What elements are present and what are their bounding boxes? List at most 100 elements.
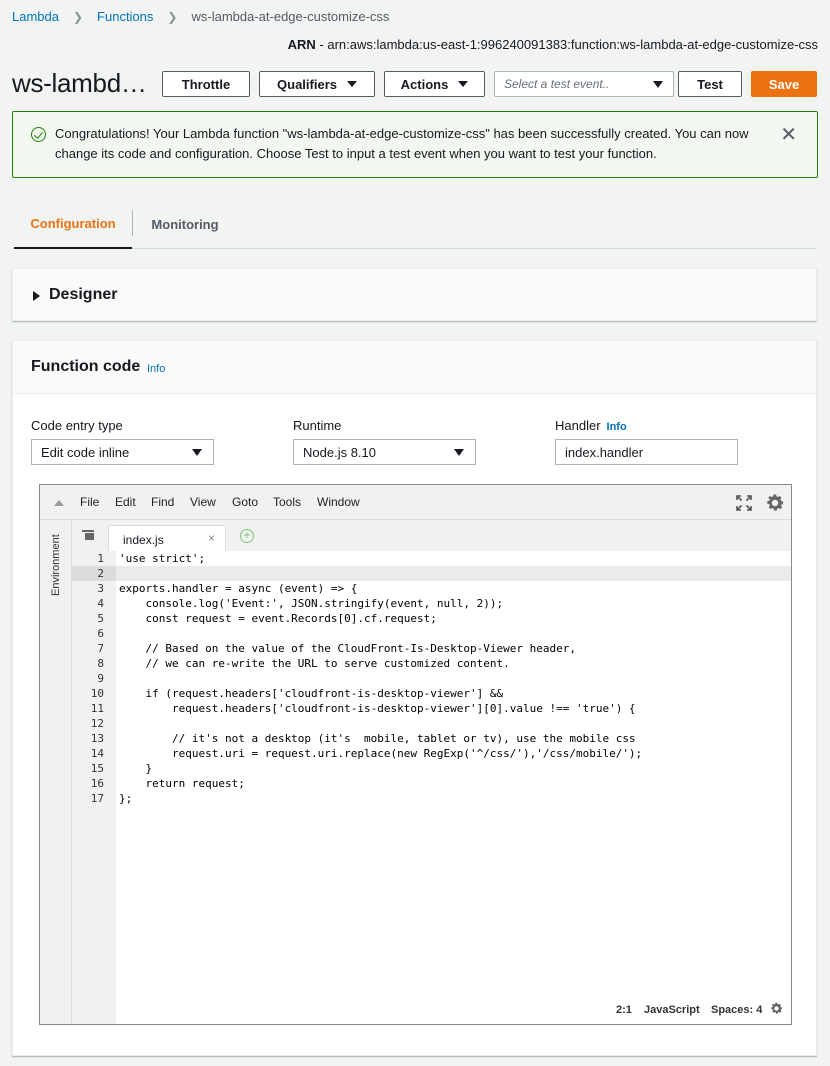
qualifiers-button[interactable]: Qualifiers bbox=[259, 71, 375, 97]
function-code-title: Function code bbox=[31, 358, 141, 375]
code-line[interactable]: 8 // we can re-write the URL to serve cu… bbox=[72, 656, 791, 671]
breadcrumb: Lambda ❯ Functions ❯ ws-lambda-at-edge-c… bbox=[12, 9, 389, 24]
gear-icon[interactable] bbox=[764, 492, 786, 514]
menu-goto[interactable]: Goto bbox=[232, 495, 258, 509]
line-text: console.log('Event:', JSON.stringify(eve… bbox=[119, 597, 504, 610]
close-icon[interactable]: × bbox=[208, 531, 215, 545]
line-number: 14 bbox=[90, 747, 104, 760]
designer-panel[interactable]: Designer bbox=[12, 268, 817, 321]
line-text: }; bbox=[119, 792, 133, 805]
code-entry-value: Edit code inline bbox=[41, 444, 130, 460]
code-line[interactable]: 1 'use strict'; bbox=[72, 551, 791, 566]
code-line[interactable]: 11 request.headers['cloudfront-is-deskto… bbox=[72, 701, 791, 716]
code-line[interactable]: 14 request.uri = request.uri.replace(new… bbox=[72, 746, 791, 761]
handler-info-link[interactable]: Info bbox=[607, 421, 627, 433]
indent-spaces[interactable]: Spaces: 4 bbox=[711, 1004, 762, 1016]
line-text: const request = event.Records[0].cf.requ… bbox=[119, 612, 437, 625]
qualifiers-label: Qualifiers bbox=[277, 76, 337, 92]
actions-label: Actions bbox=[400, 76, 449, 92]
line-number: 7 bbox=[97, 642, 104, 655]
line-text: } bbox=[119, 762, 153, 775]
menu-view[interactable]: View bbox=[190, 495, 216, 509]
tab-monitoring[interactable]: Monitoring bbox=[133, 200, 237, 249]
test-label: Test bbox=[697, 76, 723, 92]
save-label: Save bbox=[768, 76, 800, 92]
line-number: 9 bbox=[97, 672, 104, 685]
code-entry-select[interactable]: Edit code inline bbox=[31, 439, 214, 465]
plus-circle-icon[interactable]: + bbox=[240, 529, 254, 543]
code-editor: File Edit Find View Goto Tools Window En… bbox=[39, 484, 792, 1025]
line-number: 2 bbox=[72, 566, 116, 581]
runtime-label: Runtime bbox=[293, 418, 342, 433]
throttle-label: Throttle bbox=[181, 76, 231, 92]
code-line[interactable]: 4 console.log('Event:', JSON.stringify(e… bbox=[72, 596, 791, 611]
tab-bar: Configuration Monitoring bbox=[12, 200, 817, 249]
code-line[interactable]: 5 const request = event.Records[0].cf.re… bbox=[72, 611, 791, 626]
tab-configuration[interactable]: Configuration bbox=[14, 200, 132, 249]
line-text: request.uri = request.uri.replace(new Re… bbox=[119, 747, 643, 760]
caret-down-icon bbox=[458, 81, 469, 87]
line-number: 8 bbox=[97, 657, 104, 670]
caret-down-icon bbox=[454, 449, 464, 456]
code-line[interactable]: 6 bbox=[72, 626, 791, 641]
tab-list-icon[interactable] bbox=[82, 530, 94, 540]
throttle-button[interactable]: Throttle bbox=[162, 71, 250, 97]
line-text: // it's not a desktop (it's mobile, tabl… bbox=[119, 732, 636, 745]
line-number: 3 bbox=[97, 582, 104, 595]
code-line[interactable]: 2 bbox=[72, 566, 791, 581]
save-button[interactable]: Save bbox=[751, 71, 817, 97]
code-area[interactable]: 1 'use strict'; 2 3 exports.handler = async … bbox=[72, 551, 791, 1024]
code-line[interactable]: 12 bbox=[72, 716, 791, 731]
line-number: 15 bbox=[90, 762, 104, 775]
code-line[interactable]: 9 bbox=[72, 671, 791, 686]
handler-value: index.handler bbox=[565, 444, 644, 460]
function-code-info-link[interactable]: Info bbox=[147, 363, 165, 375]
actions-button[interactable]: Actions bbox=[384, 71, 485, 97]
chevron-right-icon: ❯ bbox=[167, 9, 178, 24]
caret-up-icon[interactable] bbox=[54, 500, 64, 506]
menu-edit[interactable]: Edit bbox=[115, 495, 136, 509]
fullscreen-icon[interactable] bbox=[736, 495, 752, 511]
line-number: 5 bbox=[97, 612, 104, 625]
language-mode[interactable]: JavaScript bbox=[644, 1004, 700, 1016]
line-number: 1 bbox=[97, 552, 104, 565]
code-line[interactable]: 7 // Based on the value of the CloudFron… bbox=[72, 641, 791, 656]
test-event-select[interactable]: Select a test event.. bbox=[494, 71, 674, 97]
environment-sidebar[interactable]: Environment bbox=[40, 520, 72, 1024]
code-line[interactable]: 13 // it's not a desktop (it's mobile, t… bbox=[72, 731, 791, 746]
close-icon[interactable]: ✕ bbox=[780, 125, 797, 145]
arn-display: ARN - arn:aws:lambda:us-east-1:996240091… bbox=[288, 37, 818, 52]
menu-find[interactable]: Find bbox=[151, 495, 174, 509]
gear-icon[interactable] bbox=[769, 1001, 784, 1016]
gutter-extension bbox=[72, 994, 116, 1024]
environment-label: Environment bbox=[50, 534, 62, 596]
breadcrumb-lambda[interactable]: Lambda bbox=[12, 9, 59, 24]
line-number: 13 bbox=[90, 732, 104, 745]
function-code-header: Function code Info bbox=[13, 341, 816, 394]
code-line[interactable]: 17}; bbox=[72, 791, 791, 806]
test-event-placeholder: Select a test event.. bbox=[504, 77, 610, 91]
code-line[interactable]: 3 exports.handler = async (event) => { bbox=[72, 581, 791, 596]
file-tab-index-js[interactable]: index.js × bbox=[108, 525, 226, 552]
handler-input[interactable]: index.handler bbox=[555, 439, 738, 465]
menu-window[interactable]: Window bbox=[317, 495, 360, 509]
caret-down-icon bbox=[346, 81, 357, 87]
menu-tools[interactable]: Tools bbox=[273, 495, 301, 509]
cursor-position[interactable]: 2:1 bbox=[616, 1004, 632, 1016]
file-tab-label: index.js bbox=[123, 533, 164, 547]
caret-down-icon bbox=[192, 449, 202, 456]
success-alert: Congratulations! Your Lambda function "w… bbox=[12, 111, 818, 178]
breadcrumb-functions[interactable]: Functions bbox=[97, 9, 153, 24]
editor-menubar: File Edit Find View Goto Tools Window bbox=[40, 485, 791, 520]
code-line[interactable]: 10 if (request.headers['cloudfront-is-de… bbox=[72, 686, 791, 701]
code-line[interactable]: 16 return request; bbox=[72, 776, 791, 791]
page-title: ws-lambd… bbox=[12, 68, 147, 98]
chevron-right-icon: ❯ bbox=[72, 9, 84, 24]
editor-statusbar: 2:1 JavaScript Spaces: 4 bbox=[72, 994, 791, 1024]
code-line[interactable]: 15 } bbox=[72, 761, 791, 776]
caret-down-icon bbox=[653, 81, 663, 88]
menu-file[interactable]: File bbox=[80, 495, 99, 509]
runtime-select[interactable]: Node.js 8.10 bbox=[293, 439, 476, 465]
test-button[interactable]: Test bbox=[678, 71, 742, 97]
breadcrumb-current: ws-lambda-at-edge-customize-css bbox=[191, 9, 390, 24]
